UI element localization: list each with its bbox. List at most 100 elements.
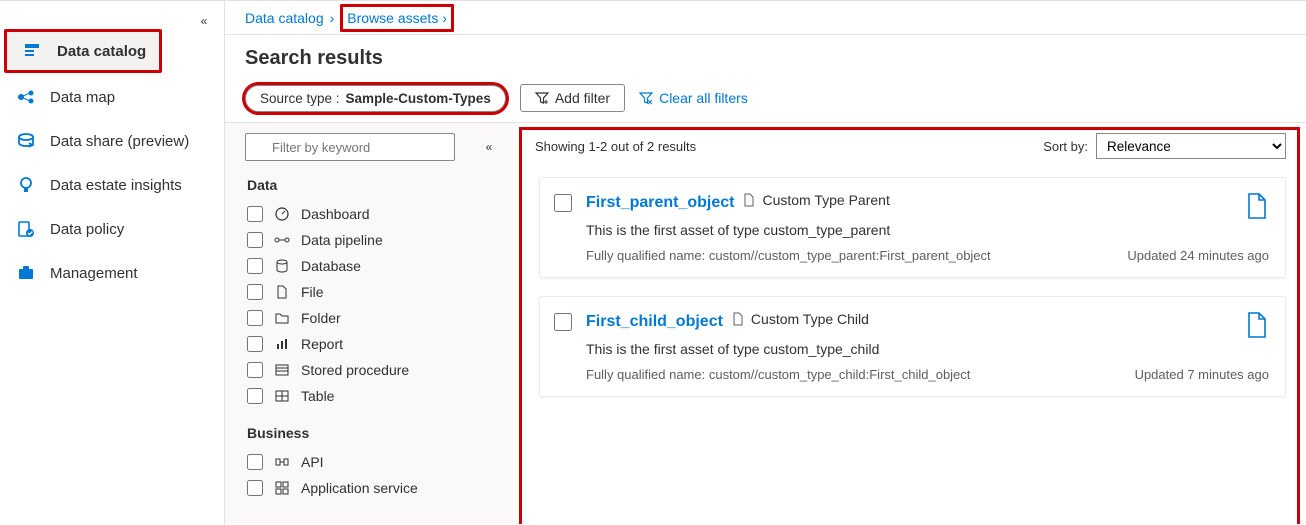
map-icon <box>16 87 36 107</box>
filter-group-title: Data <box>247 177 499 193</box>
result-card[interactable]: First_parent_object Custom Type Parent Thi… <box>539 177 1286 278</box>
breadcrumb-root[interactable]: Data catalog <box>245 10 324 26</box>
share-icon <box>16 131 36 151</box>
sort-select[interactable]: Relevance <box>1096 133 1286 159</box>
results-header: Showing 1-2 out of 2 results Sort by: Re… <box>535 133 1290 167</box>
filter-item[interactable]: Application service <box>245 475 499 501</box>
nav-item-management[interactable]: Management <box>0 251 224 295</box>
filter-item[interactable]: Stored procedure <box>245 357 499 383</box>
asset-description: This is the first asset of type custom_t… <box>586 341 1269 357</box>
filter-item-label: Folder <box>301 310 341 326</box>
sort-label: Sort by: <box>1043 139 1088 154</box>
clear-filters-label: Clear all filters <box>659 90 748 106</box>
filter-item[interactable]: Database <box>245 253 499 279</box>
filter-item[interactable]: Table <box>245 383 499 409</box>
asset-title-link[interactable]: First_parent_object <box>586 194 734 211</box>
type-icon <box>273 310 291 326</box>
nav-item-insights[interactable]: Data estate insights <box>0 163 224 207</box>
type-icon <box>273 284 291 300</box>
type-icon <box>273 362 291 378</box>
filter-item[interactable]: Report <box>245 331 499 357</box>
filter-item-label: Database <box>301 258 361 274</box>
filter-item-label: Report <box>301 336 343 352</box>
filter-item[interactable]: Data pipeline <box>245 227 499 253</box>
filter-item-label: Dashboard <box>301 206 370 222</box>
asset-type: Custom Type Child <box>731 311 869 327</box>
breadcrumb-current-highlight: Browse assets › <box>340 4 454 32</box>
filter-checkbox[interactable] <box>247 388 263 404</box>
filter-item-label: File <box>301 284 324 300</box>
nav-label: Data estate insights <box>50 177 182 194</box>
nav-collapse-button[interactable]: « <box>192 9 216 33</box>
filter-panel: « Data Dashboard Data pipeline Database Fil… <box>225 123 513 524</box>
nav-item-policy[interactable]: Data policy <box>0 207 224 251</box>
nav-item-data-map[interactable]: Data map <box>0 75 224 119</box>
nav-label: Data map <box>50 89 115 106</box>
type-icon <box>273 336 291 352</box>
type-icon <box>273 258 291 274</box>
breadcrumb: Data catalog › Browse assets › <box>225 1 1306 35</box>
breadcrumb-current[interactable]: Browse assets <box>347 10 438 26</box>
type-icon <box>273 454 291 470</box>
filter-item-label: Table <box>301 388 334 404</box>
filter-keyword-input[interactable] <box>245 133 455 161</box>
filter-item-label: Application service <box>301 480 418 496</box>
asset-updated: Updated 7 minutes ago <box>1135 367 1269 382</box>
results-area: Showing 1-2 out of 2 results Sort by: Re… <box>513 123 1306 524</box>
filter-item-label: API <box>301 454 324 470</box>
file-icon <box>731 312 745 326</box>
nav-label: Data catalog <box>57 43 146 60</box>
filter-chip-source-type[interactable]: Source type : Sample-Custom-Types <box>245 85 506 112</box>
type-icon <box>273 206 291 222</box>
filter-item[interactable]: API <box>245 449 499 475</box>
asset-updated: Updated 24 minutes ago <box>1127 248 1269 263</box>
type-icon <box>273 480 291 496</box>
filter-item[interactable]: File <box>245 279 499 305</box>
asset-title-link[interactable]: First_child_object <box>586 313 723 330</box>
add-filter-button[interactable]: Add filter <box>520 84 625 112</box>
main: Data catalog › Browse assets › Search re… <box>225 1 1306 524</box>
chevron-right-icon: › <box>442 10 447 26</box>
filter-checkbox[interactable] <box>247 206 263 222</box>
filter-panel-collapse[interactable]: « <box>479 140 499 154</box>
add-filter-label: Add filter <box>555 90 610 106</box>
policy-icon <box>16 219 36 239</box>
clear-filters-button[interactable]: Clear all filters <box>639 90 748 106</box>
result-card[interactable]: First_child_object Custom Type Child This … <box>539 296 1286 397</box>
filter-checkbox[interactable] <box>247 232 263 248</box>
type-icon <box>273 388 291 404</box>
filter-chip-value: Sample-Custom-Types <box>346 91 491 106</box>
filter-bar: Source type : Sample-Custom-Types Add fi… <box>225 84 1306 123</box>
result-checkbox[interactable] <box>554 313 572 331</box>
filter-checkbox[interactable] <box>247 480 263 496</box>
filter-checkbox[interactable] <box>247 362 263 378</box>
asset-description: This is the first asset of type custom_t… <box>586 222 1269 238</box>
catalog-icon <box>23 41 43 61</box>
filter-checkbox[interactable] <box>247 310 263 326</box>
filter-checkbox[interactable] <box>247 284 263 300</box>
chevron-right-icon: › <box>330 10 335 26</box>
clear-filter-icon <box>639 91 653 105</box>
filter-icon <box>535 91 549 105</box>
result-checkbox[interactable] <box>554 194 572 212</box>
asset-type: Custom Type Parent <box>742 192 889 208</box>
nav-label: Management <box>50 265 138 282</box>
filter-checkbox[interactable] <box>247 258 263 274</box>
management-icon <box>16 263 36 283</box>
nav-item-data-catalog[interactable]: Data catalog <box>4 29 162 73</box>
filter-checkbox[interactable] <box>247 336 263 352</box>
document-icon <box>1245 192 1269 220</box>
page-title: Search results <box>225 35 1306 84</box>
filter-chip-label: Source type : <box>260 91 340 106</box>
filter-item[interactable]: Dashboard <box>245 201 499 227</box>
document-icon <box>1245 311 1269 339</box>
results-summary: Showing 1-2 out of 2 results <box>535 139 696 154</box>
insights-icon <box>16 175 36 195</box>
nav-item-data-share[interactable]: Data share (preview) <box>0 119 224 163</box>
nav-label: Data policy <box>50 221 124 238</box>
type-icon <box>273 232 291 248</box>
filter-item[interactable]: Folder <box>245 305 499 331</box>
filter-checkbox[interactable] <box>247 454 263 470</box>
filter-group-title: Business <box>247 425 499 441</box>
left-nav: « Data catalog Data map Data share (prev… <box>0 1 225 525</box>
